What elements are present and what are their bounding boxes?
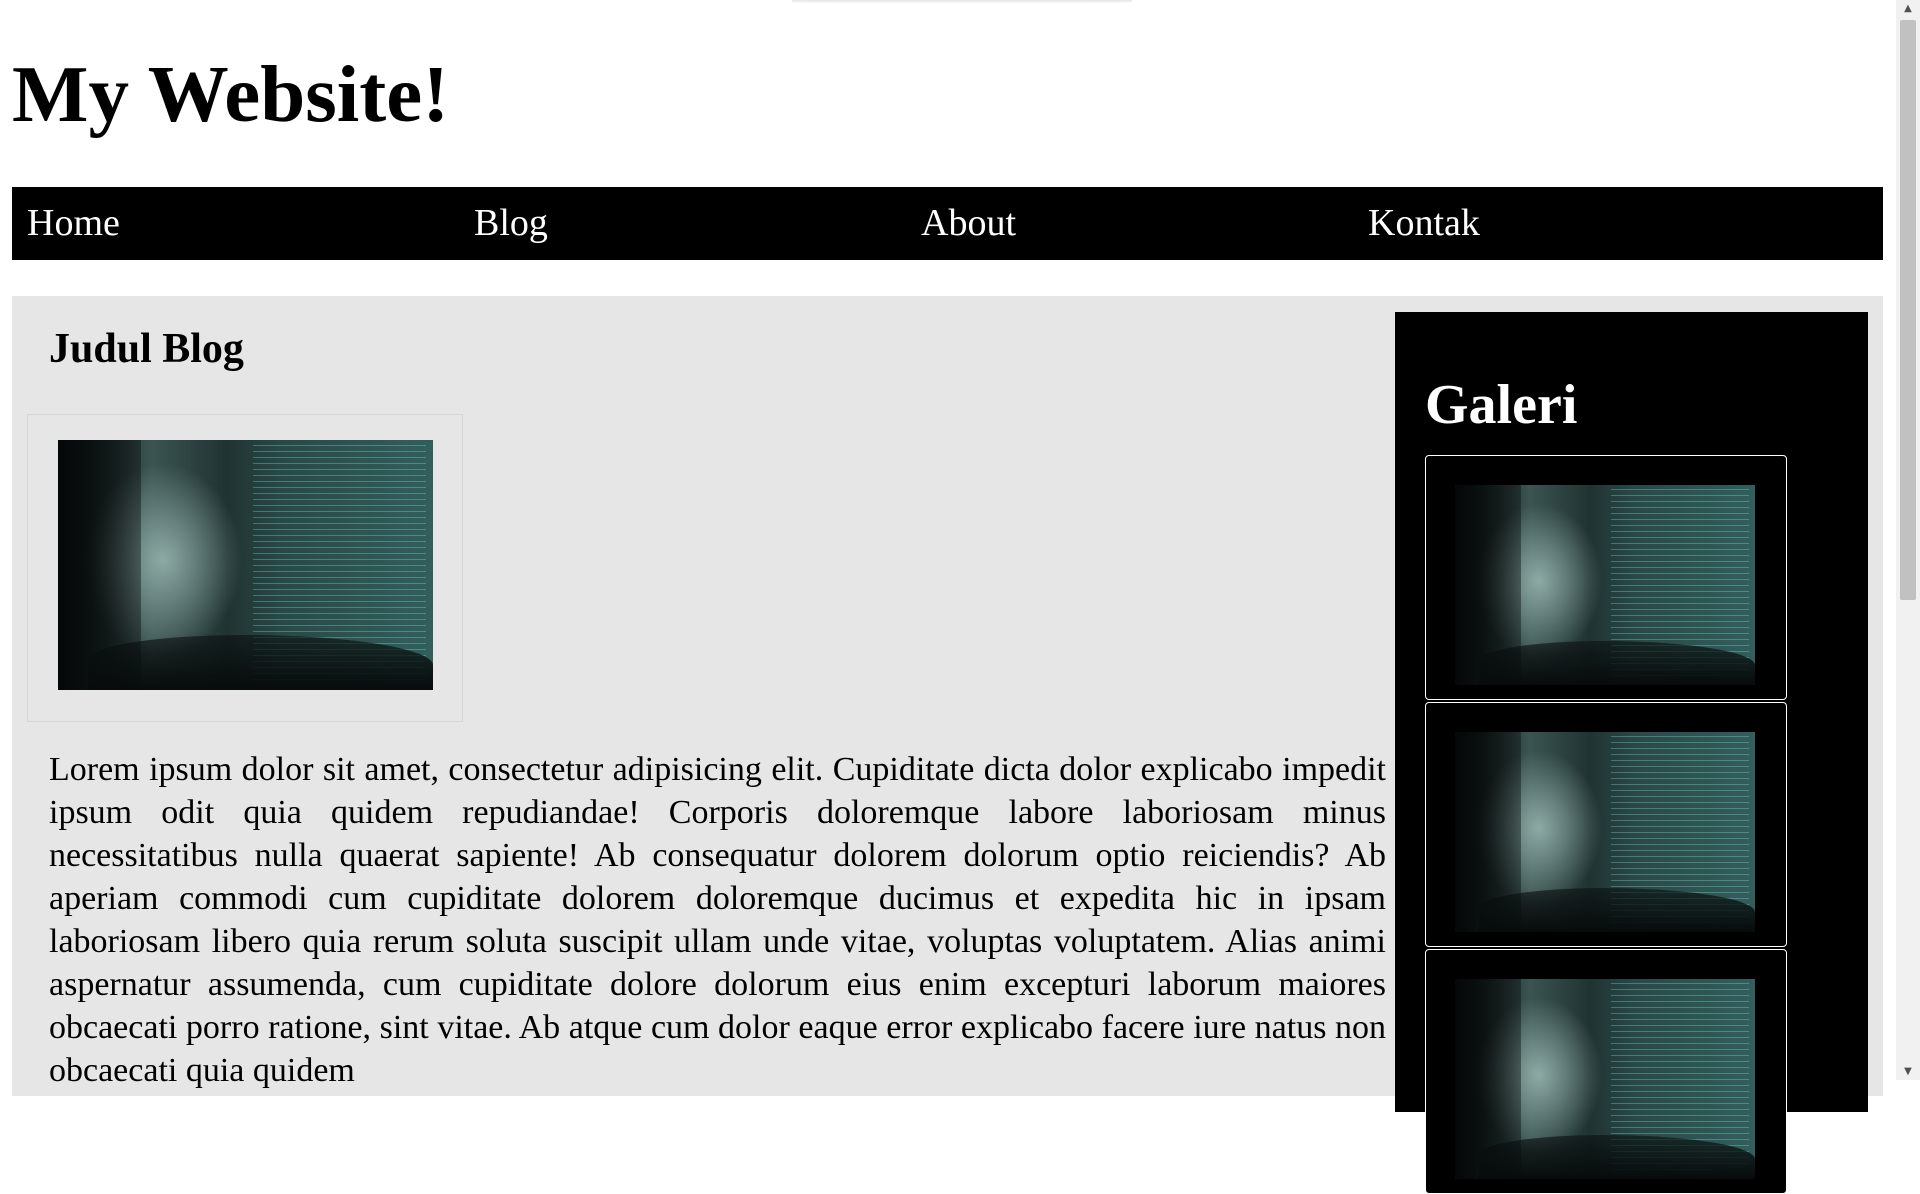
article-title: Judul Blog — [49, 326, 244, 372]
gallery-item[interactable] — [1425, 702, 1787, 947]
content-area: Judul Blog Lorem ipsum dolor sit amet, c… — [12, 296, 1883, 1194]
site-title: My Website! — [12, 49, 450, 139]
scroll-up-arrow-icon[interactable]: ▲ — [1896, 0, 1920, 17]
gallery-image — [1455, 979, 1755, 1179]
gallery-item[interactable] — [1425, 949, 1787, 1194]
nav-kontak-link[interactable]: Kontak — [1353, 187, 1800, 260]
scrollbar-thumb[interactable] — [1900, 20, 1916, 600]
article-figure — [27, 414, 463, 722]
nav-blog-link[interactable]: Blog — [459, 187, 906, 260]
main-nav: Home Blog About Kontak — [12, 187, 1883, 260]
article-body: Lorem ipsum dolor sit amet, consectetur … — [49, 751, 1386, 1089]
gallery-image — [1455, 732, 1755, 932]
gallery-title: Galeri — [1425, 374, 1578, 436]
vertical-scrollbar[interactable]: ▲ ▼ — [1896, 0, 1920, 1080]
article-image — [58, 440, 433, 690]
scroll-down-arrow-icon[interactable]: ▼ — [1896, 1063, 1920, 1080]
top-shadow — [792, 0, 1132, 4]
gallery-image — [1455, 485, 1755, 685]
gallery-item[interactable] — [1425, 455, 1787, 700]
nav-home-link[interactable]: Home — [12, 187, 459, 260]
gallery-sidebar: Galeri — [1395, 312, 1868, 1194]
nav-about-link[interactable]: About — [906, 187, 1353, 260]
